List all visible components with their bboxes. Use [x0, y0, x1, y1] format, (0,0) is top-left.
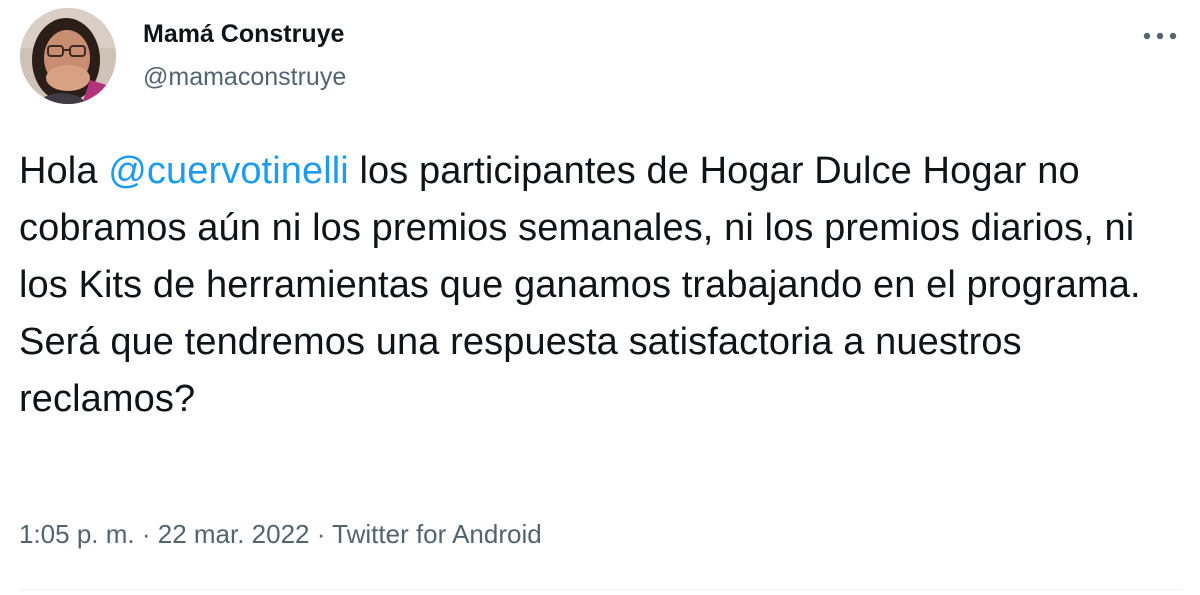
meta-separator: ·: [134, 519, 158, 549]
author-display-name[interactable]: Mamá Construye: [143, 20, 344, 49]
author-handle[interactable]: @mamaconstruye: [143, 63, 346, 92]
tweet-metadata: 1:05 p. m. · 22 mar. 2022 · Twitter for …: [19, 519, 542, 550]
profile-photo-icon: [20, 8, 116, 104]
divider: [19, 589, 1183, 590]
mention-link[interactable]: @cuervotinelli: [108, 150, 349, 192]
more-options-button[interactable]: [1136, 18, 1184, 54]
tweet-text: Hola @cuervotinelli los participantes de…: [19, 143, 1179, 428]
tweet-source[interactable]: Twitter for Android: [332, 519, 542, 549]
avatar[interactable]: [20, 8, 116, 104]
tweet-card: Mamá Construye @mamaconstruye Hola @cuer…: [0, 0, 1200, 595]
tweet-text-start: Hola: [19, 150, 109, 192]
more-dots-icon: [1143, 32, 1177, 40]
tweet-date[interactable]: 22 mar. 2022: [158, 519, 310, 549]
meta-separator-2: ·: [309, 519, 333, 549]
tweet-time[interactable]: 1:05 p. m.: [19, 519, 135, 549]
